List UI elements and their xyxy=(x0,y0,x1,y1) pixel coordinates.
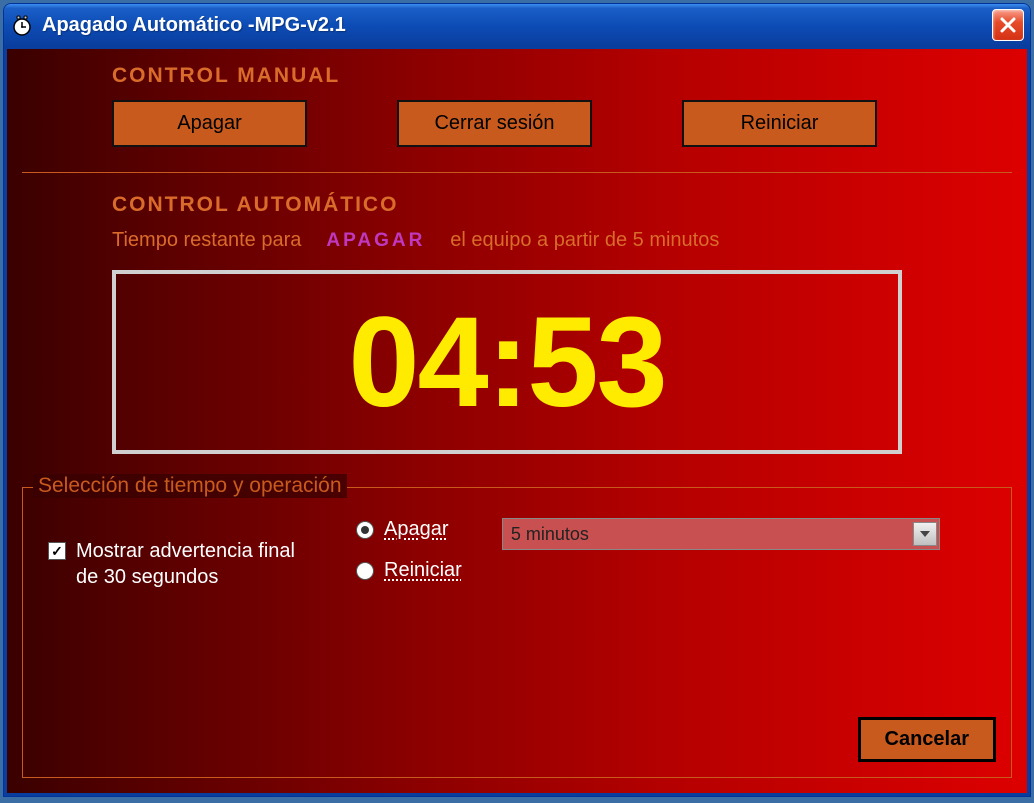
auto-section: CONTROL AUTOMÁTICO Tiempo restante para … xyxy=(112,193,1012,482)
operation-radio-group: Apagar Reiniciar xyxy=(356,518,462,582)
time-dropdown[interactable]: 5 minutos xyxy=(502,518,940,550)
radio-restart-wrap[interactable]: Reiniciar xyxy=(356,559,462,582)
app-window: Apagado Automático -MPG-v2.1 CONTROL MAN… xyxy=(3,3,1031,797)
timer-value: 04:53 xyxy=(348,289,665,436)
warning-checkbox[interactable]: ✓ xyxy=(48,542,66,560)
selection-fieldset: Selección de tiempo y operación ✓ Mostra… xyxy=(22,487,1012,778)
auto-desc-after: el equipo a partir de 5 minutos xyxy=(450,229,719,252)
restart-button[interactable]: Reiniciar xyxy=(682,100,877,147)
warning-checkbox-label: Mostrar advertencia final de 30 segundos xyxy=(76,538,296,590)
radio-shutdown[interactable] xyxy=(356,521,374,539)
content-area: CONTROL MANUAL Apagar Cerrar sesión Rein… xyxy=(4,46,1030,796)
auto-desc-before: Tiempo restante para xyxy=(112,229,301,252)
titlebar[interactable]: Apagado Automático -MPG-v2.1 xyxy=(4,4,1030,46)
radio-restart-label: Reiniciar xyxy=(384,559,462,582)
auto-section-title: CONTROL AUTOMÁTICO xyxy=(112,193,1012,217)
chevron-down-icon xyxy=(913,522,937,546)
cancel-button[interactable]: Cancelar xyxy=(858,717,997,762)
clock-icon xyxy=(10,13,34,37)
window-title: Apagado Automático -MPG-v2.1 xyxy=(42,14,992,37)
auto-desc-action: APAGAR xyxy=(326,230,425,252)
logoff-button[interactable]: Cerrar sesión xyxy=(397,100,592,147)
timer-display: 04:53 xyxy=(112,270,902,454)
right-column: 5 minutos xyxy=(502,518,940,550)
radio-shutdown-label: Apagar xyxy=(384,518,449,541)
fieldset-legend: Selección de tiempo y operación xyxy=(33,474,347,498)
close-button[interactable] xyxy=(992,9,1024,41)
manual-section-title: CONTROL MANUAL xyxy=(112,64,1012,88)
auto-description: Tiempo restante para APAGAR el equipo a … xyxy=(112,229,1012,252)
options-row: ✓ Mostrar advertencia final de 30 segund… xyxy=(48,518,986,590)
radio-shutdown-wrap[interactable]: Apagar xyxy=(356,518,462,541)
radio-restart[interactable] xyxy=(356,562,374,580)
shutdown-button[interactable]: Apagar xyxy=(112,100,307,147)
warning-checkbox-wrap[interactable]: ✓ Mostrar advertencia final de 30 segund… xyxy=(48,538,296,590)
manual-buttons-row: Apagar Cerrar sesión Reiniciar xyxy=(112,100,1012,147)
divider xyxy=(22,172,1012,173)
dropdown-value: 5 minutos xyxy=(511,524,931,545)
close-icon xyxy=(999,16,1017,34)
